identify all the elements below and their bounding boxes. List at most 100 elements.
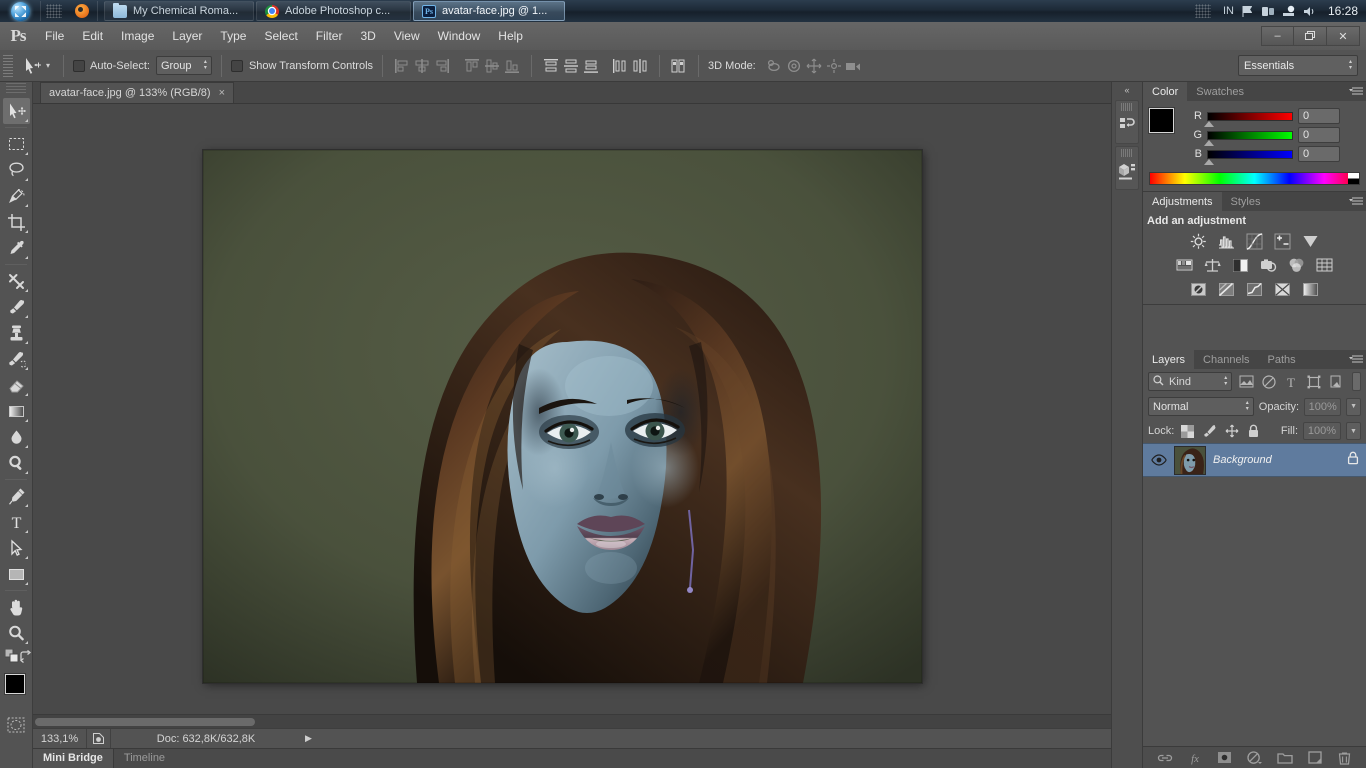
move-tool[interactable] — [2, 98, 30, 124]
blue-value-field[interactable]: 0 — [1298, 146, 1340, 162]
distribute-bottom-edges-icon[interactable] — [581, 56, 601, 76]
taskbar-button-explorer[interactable]: My Chemical Roma... — [104, 1, 254, 21]
show-transform-controls-checkbox[interactable] — [230, 59, 243, 72]
add-layer-mask-icon[interactable] — [1217, 750, 1233, 766]
menu-type[interactable]: Type — [211, 22, 255, 50]
new-layer-icon[interactable] — [1307, 750, 1323, 766]
slider-thumb[interactable] — [1204, 120, 1214, 127]
layer-kind-filter-dropdown[interactable]: Kind ▴ ▾ — [1148, 372, 1233, 391]
hue-saturation-icon[interactable] — [1175, 256, 1194, 274]
language-indicator[interactable]: IN — [1223, 5, 1234, 17]
toolbar-grip[interactable] — [6, 83, 26, 95]
tray-grip-icon[interactable] — [1194, 4, 1211, 18]
tab-color[interactable]: Color — [1143, 82, 1188, 101]
scrollbar-thumb[interactable] — [35, 718, 255, 726]
tab-styles[interactable]: Styles — [1222, 192, 1270, 211]
lock-position-icon[interactable] — [1223, 423, 1240, 440]
adjustments-panel-menu-icon[interactable] — [1346, 192, 1366, 211]
drag-3d-object-icon[interactable] — [804, 56, 824, 76]
layer-name[interactable]: Background — [1213, 454, 1340, 466]
exposure-icon[interactable] — [1273, 232, 1292, 250]
panel-foreground-color-swatch[interactable] — [1149, 108, 1174, 133]
quicklaunch-grip-icon[interactable] — [46, 4, 62, 18]
green-value-field[interactable]: 0 — [1298, 127, 1340, 143]
distribute-vertical-centers-icon[interactable] — [561, 56, 581, 76]
tab-adjustments[interactable]: Adjustments — [1143, 192, 1222, 211]
menu-select[interactable]: Select — [255, 22, 306, 50]
roll-3d-object-icon[interactable] — [784, 56, 804, 76]
menu-image[interactable]: Image — [112, 22, 163, 50]
history-panel-button[interactable] — [1115, 100, 1139, 144]
blue-slider[interactable] — [1204, 149, 1293, 165]
quick-mask-mode-icon[interactable] — [3, 712, 30, 738]
shape-layers-filter-icon[interactable] — [1305, 372, 1323, 391]
distribute-top-edges-icon[interactable] — [541, 56, 561, 76]
distribute-left-edges-icon[interactable] — [610, 56, 630, 76]
channel-mixer-icon[interactable] — [1287, 256, 1306, 274]
close-button[interactable]: ✕ — [1327, 26, 1360, 46]
layer-visibility-eye-icon[interactable] — [1150, 454, 1167, 466]
history-brush-tool[interactable] — [3, 346, 30, 372]
blur-tool[interactable] — [3, 424, 30, 450]
lock-image-pixels-icon[interactable] — [1201, 423, 1218, 440]
lock-all-icon[interactable] — [1245, 423, 1262, 440]
vibrance-icon[interactable] — [1301, 232, 1320, 250]
horizontal-type-tool[interactable]: T — [3, 509, 30, 535]
eraser-tool[interactable] — [3, 372, 30, 398]
new-adjustment-layer-icon[interactable] — [1247, 750, 1263, 766]
properties-panel-button[interactable] — [1115, 146, 1139, 190]
opacity-value[interactable]: 100% — [1304, 397, 1342, 416]
pixel-layers-filter-icon[interactable] — [1237, 372, 1255, 391]
auto-select-scope-dropdown[interactable]: Group ▴ ▾ — [155, 56, 212, 75]
tab-swatches[interactable]: Swatches — [1187, 82, 1253, 101]
current-tool-preset[interactable]: ▾ — [18, 56, 54, 76]
align-left-edges-icon[interactable] — [392, 56, 412, 76]
gradient-map-icon[interactable] — [1273, 280, 1292, 298]
color-panel-menu-icon[interactable] — [1346, 82, 1366, 101]
layer-list-item-background[interactable]: Background — [1143, 443, 1366, 477]
black-white-icon[interactable] — [1231, 256, 1250, 274]
collapse-dock-icon[interactable]: « — [1112, 82, 1142, 98]
red-slider[interactable] — [1204, 111, 1293, 127]
auto-select-checkbox[interactable] — [73, 59, 86, 72]
foreground-color-swatch[interactable] — [5, 674, 25, 694]
menu-layer[interactable]: Layer — [163, 22, 211, 50]
menu-help[interactable]: Help — [489, 22, 532, 50]
align-right-edges-icon[interactable] — [432, 56, 452, 76]
zoom-level-field[interactable]: 133,1% — [33, 728, 87, 749]
align-bottom-edges-icon[interactable] — [502, 56, 522, 76]
lock-transparent-pixels-icon[interactable] — [1179, 423, 1196, 440]
auto-align-layers-icon[interactable] — [669, 56, 689, 76]
eyedropper-tool[interactable] — [3, 235, 30, 261]
menu-edit[interactable]: Edit — [73, 22, 112, 50]
layers-panel-menu-icon[interactable] — [1346, 350, 1366, 369]
spot-healing-brush-tool[interactable] — [3, 268, 30, 294]
options-bar-grip[interactable] — [3, 54, 13, 77]
brush-tool[interactable] — [3, 294, 30, 320]
dodge-tool[interactable] — [3, 450, 30, 476]
scale-3d-camera-icon[interactable] — [844, 56, 864, 76]
color-balance-icon[interactable] — [1203, 256, 1222, 274]
slider-thumb[interactable] — [1204, 139, 1214, 146]
document-tab[interactable]: avatar-face.jpg @ 133% (RGB/8) × — [40, 82, 235, 103]
type-layers-filter-icon[interactable]: T — [1282, 372, 1300, 391]
color-swatches-tool[interactable] — [0, 672, 35, 712]
green-slider[interactable] — [1204, 130, 1293, 146]
taskbar-clock[interactable]: 16:28 — [1324, 4, 1358, 18]
brightness-contrast-icon[interactable] — [1189, 232, 1208, 250]
tab-mini-bridge[interactable]: Mini Bridge — [33, 749, 114, 768]
curves-icon[interactable] — [1245, 232, 1264, 250]
color-panel-swatches[interactable] — [1149, 108, 1185, 142]
close-icon[interactable]: × — [219, 87, 225, 99]
path-selection-tool[interactable] — [3, 535, 30, 561]
smart-object-filter-icon[interactable] — [1328, 372, 1346, 391]
removable-device-icon[interactable] — [1261, 5, 1275, 18]
document-preview-icon[interactable] — [87, 728, 111, 749]
image-canvas[interactable] — [203, 150, 922, 683]
volume-icon[interactable] — [1303, 5, 1317, 18]
switch-colors-icon[interactable] — [19, 649, 32, 668]
action-center-flag-icon[interactable] — [1241, 5, 1254, 18]
threshold-icon[interactable] — [1245, 280, 1264, 298]
minimize-button[interactable]: – — [1261, 26, 1294, 46]
slider-thumb[interactable] — [1204, 158, 1214, 165]
